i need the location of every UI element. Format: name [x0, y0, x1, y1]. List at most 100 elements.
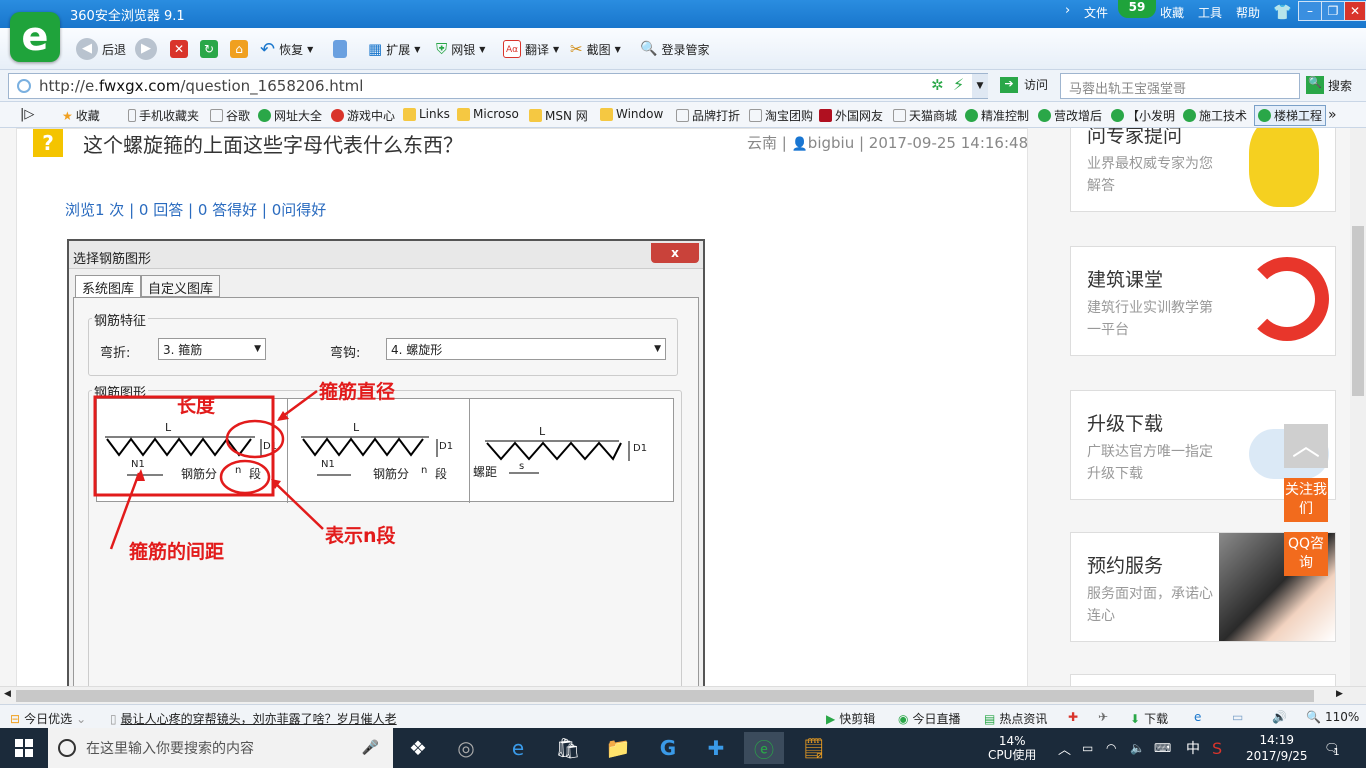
- sidebar-card-ask-expert[interactable]: 问专家提问 业界最权威专家为您解答: [1070, 128, 1336, 212]
- back-to-top-button[interactable]: ︿: [1284, 424, 1328, 468]
- microphone-icon[interactable]: 🎤: [362, 740, 379, 756]
- wifi-icon[interactable]: ◠: [1106, 728, 1116, 768]
- file-explorer-icon[interactable]: 📁: [598, 732, 638, 764]
- home-button[interactable]: ⌂: [230, 37, 248, 61]
- swirl-app-icon[interactable]: ◎: [446, 732, 486, 764]
- minimize-button[interactable]: –: [1298, 1, 1322, 21]
- close-window-button[interactable]: ✕: [1344, 1, 1366, 21]
- screenshot-button[interactable]: ✂ 截图 ▼: [570, 37, 621, 61]
- task-view-icon[interactable]: ❖: [398, 732, 438, 764]
- battery-icon[interactable]: ▭: [1082, 728, 1093, 768]
- ime-indicator[interactable]: 中: [1186, 728, 1200, 768]
- pin-icon[interactable]: ✈: [1098, 710, 1108, 724]
- fav-item[interactable]: 营改增后: [1038, 107, 1102, 124]
- vertical-scroll-thumb[interactable]: [1352, 226, 1364, 396]
- stat-good-questions[interactable]: 0问得好: [272, 201, 327, 219]
- login-manager-button[interactable]: 🔍 登录管家: [640, 37, 709, 61]
- fav-item[interactable]: 外国网友: [819, 107, 883, 124]
- notification-button[interactable]: 🗨 1: [1324, 728, 1340, 768]
- scroll-right-icon[interactable]: ▶: [1336, 689, 1343, 699]
- edge-icon[interactable]: e: [498, 732, 538, 764]
- fav-item[interactable]: ★ 收藏: [62, 107, 100, 124]
- visit-button[interactable]: ➔ 访问: [1000, 76, 1048, 93]
- store-icon[interactable]: 🛍: [548, 732, 588, 764]
- menu-help[interactable]: 帮助: [1236, 4, 1260, 21]
- fav-more-icon[interactable]: »: [1328, 107, 1337, 123]
- scroll-left-icon[interactable]: ◀: [4, 689, 11, 699]
- browser-360-icon[interactable]: ⓔ: [744, 732, 784, 764]
- search-button[interactable]: 🔍 搜索: [1306, 76, 1352, 94]
- notepad-icon[interactable]: 🗒: [794, 732, 834, 764]
- qq-consult-button[interactable]: QQ咨询: [1284, 532, 1328, 576]
- sidebar-card-classroom[interactable]: 建筑课堂 建筑行业实训教学第一平台: [1070, 246, 1336, 356]
- fav-item[interactable]: 淘宝团购: [749, 107, 813, 124]
- compat-mode-icon[interactable]: ✲: [931, 76, 944, 94]
- hot-news-button[interactable]: ▤ 热点资讯: [984, 710, 1047, 727]
- stat-answers[interactable]: 0 回答: [139, 201, 183, 219]
- restore-button[interactable]: ❐: [1321, 1, 1345, 21]
- fav-item[interactable]: 网址大全: [258, 107, 322, 124]
- fav-item[interactable]: 天猫商城: [893, 107, 957, 124]
- address-dropdown-button[interactable]: ▼: [972, 74, 988, 98]
- stat-good-answers[interactable]: 0 答得好: [198, 201, 257, 219]
- address-bar[interactable]: http://e.fwxgx.com/question_1658206.html…: [8, 73, 988, 99]
- extensions-button[interactable]: ▦ 扩展 ▼: [368, 37, 420, 61]
- meta-user[interactable]: bigbiu: [808, 134, 854, 152]
- search-input[interactable]: 马蓉出轨王宝强堂哥: [1060, 73, 1300, 99]
- menu-favorites[interactable]: 收藏: [1160, 4, 1184, 21]
- fav-item[interactable]: Links: [403, 107, 450, 121]
- live-button[interactable]: ◉ 今日直播: [898, 710, 961, 727]
- fav-item[interactable]: 楼梯工程: [1254, 105, 1327, 126]
- download-button[interactable]: ⬇ 下载: [1130, 710, 1168, 727]
- start-button[interactable]: [0, 728, 48, 768]
- security-badge[interactable]: 59: [1118, 0, 1156, 18]
- glodon-g-icon[interactable]: G: [648, 732, 688, 764]
- taskbar-search-input[interactable]: 在这里输入你要搜索的内容 🎤: [48, 728, 393, 768]
- glodon-plus-icon[interactable]: ✚: [696, 732, 736, 764]
- bank-button[interactable]: ⛨ 网银 ▼: [436, 37, 485, 61]
- window-icon[interactable]: ▭: [1232, 710, 1243, 724]
- fav-item[interactable]: MSN 网: [529, 107, 588, 124]
- forward-button[interactable]: ▶: [135, 37, 157, 61]
- clip-button[interactable]: ▶ 快剪辑: [826, 710, 875, 727]
- fav-item[interactable]: 精准控制: [965, 107, 1029, 124]
- stat-views[interactable]: 浏览1 次: [65, 201, 124, 219]
- sogou-icon[interactable]: S: [1212, 728, 1222, 768]
- address-url[interactable]: http://e.fwxgx.com/question_1658206.html: [39, 77, 363, 95]
- zoom-control[interactable]: 🔍 110%: [1306, 710, 1359, 724]
- news-ticker[interactable]: ▯ 最让人心疼的穿帮镜头，刘亦菲露了啥？岁月催人老: [110, 710, 397, 727]
- security-icon[interactable]: ✚: [1068, 710, 1078, 724]
- menu-tools[interactable]: 工具: [1198, 4, 1222, 21]
- fav-item[interactable]: 谷歌: [210, 107, 250, 124]
- fav-item[interactable]: 游戏中心: [331, 107, 395, 124]
- phone-button[interactable]: [333, 37, 347, 61]
- favbar-toggle-icon[interactable]: |▷: [20, 107, 34, 122]
- speaker-icon[interactable]: 🔈: [1130, 728, 1145, 768]
- skin-shirt-icon[interactable]: 👕: [1273, 3, 1292, 21]
- tray-expand-icon[interactable]: ︿: [1058, 728, 1071, 768]
- back-button[interactable]: ◀ 后退: [76, 37, 126, 61]
- titlebar-arrow-icon[interactable]: ›: [1065, 3, 1070, 18]
- fav-item[interactable]: 手机收藏夹: [128, 107, 199, 124]
- daily-picks[interactable]: ⊟ 今日优选 ⌄: [10, 710, 86, 727]
- horizontal-scrollbar[interactable]: ◀ ▶: [0, 686, 1366, 704]
- browser-logo-icon[interactable]: e: [10, 12, 60, 62]
- translate-button[interactable]: Aα 翻译 ▼: [503, 37, 559, 61]
- horizontal-scroll-thumb[interactable]: [16, 690, 1314, 702]
- restore-tab-button[interactable]: ↶ 恢复 ▼: [260, 37, 313, 61]
- fav-item[interactable]: 施工技术: [1183, 107, 1247, 124]
- fav-item[interactable]: Microso: [457, 107, 519, 121]
- speed-mode-icon[interactable]: ⚡: [953, 75, 964, 94]
- fav-item[interactable]: Window: [600, 107, 663, 121]
- refresh-button[interactable]: ↻: [200, 37, 218, 61]
- vertical-scrollbar[interactable]: [1350, 128, 1366, 686]
- stop-button[interactable]: ✕: [170, 37, 188, 61]
- keyboard-icon[interactable]: ⌨: [1154, 728, 1171, 768]
- ie-icon[interactable]: e: [1194, 710, 1201, 724]
- volume-icon[interactable]: 🔊: [1272, 710, 1287, 724]
- cpu-usage[interactable]: 14% CPU使用: [988, 728, 1036, 768]
- fav-item[interactable]: 【小发明: [1111, 107, 1175, 124]
- follow-us-button[interactable]: 关注我们: [1284, 478, 1328, 522]
- menu-file[interactable]: 文件: [1084, 4, 1108, 21]
- clock[interactable]: 14:19 2017/9/25: [1246, 728, 1308, 768]
